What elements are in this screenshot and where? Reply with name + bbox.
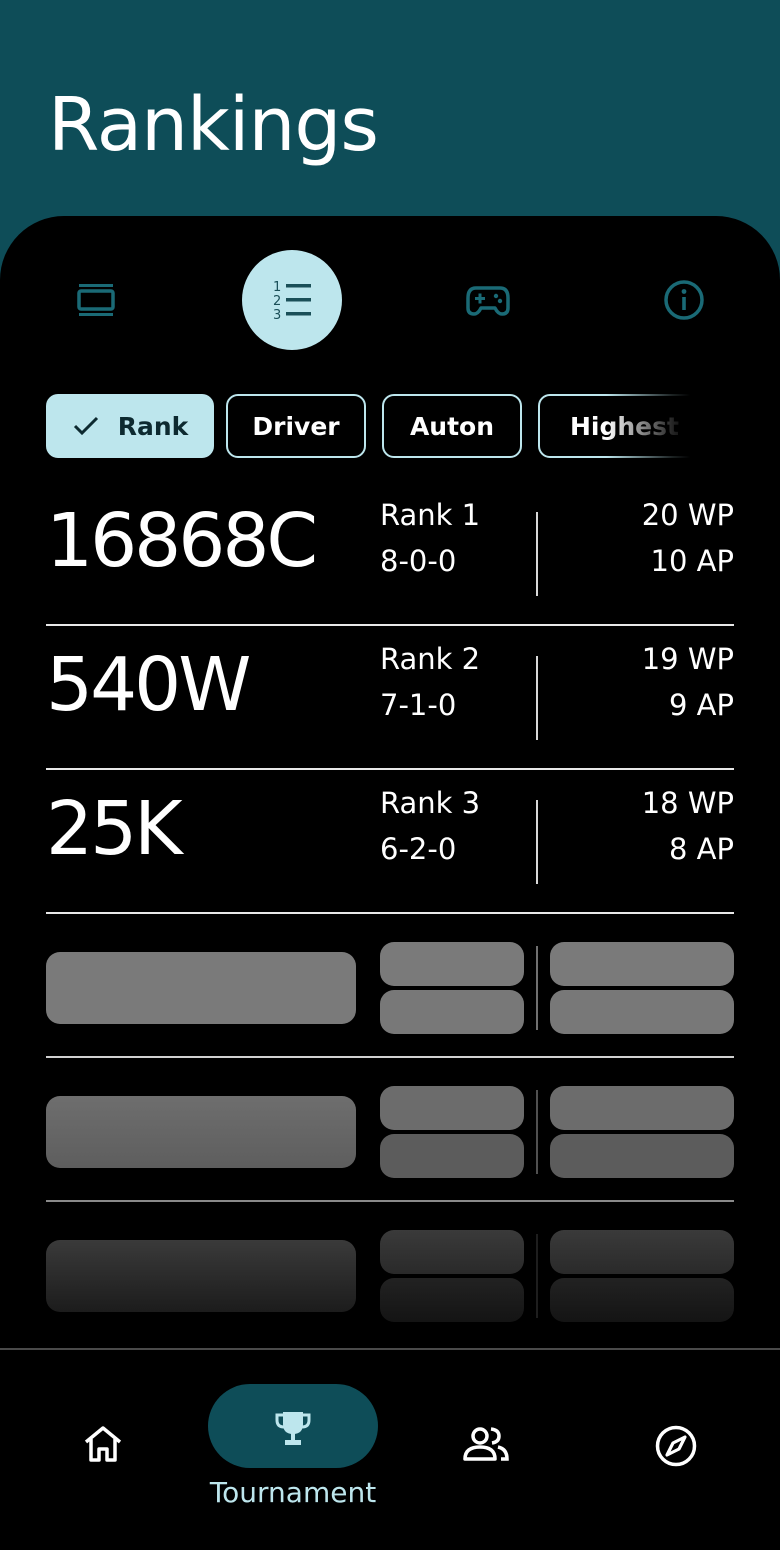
skeleton-block: [380, 1086, 524, 1130]
ranked-list-icon: 1 2 3: [273, 280, 311, 322]
skeleton-divider: [536, 1234, 538, 1318]
skeleton-block: [380, 990, 524, 1034]
chip-rank[interactable]: Rank: [46, 394, 214, 458]
info-icon: [664, 280, 704, 320]
nav-tournament-label[interactable]: Tournament: [188, 1476, 398, 1509]
team-number: 25K: [46, 786, 183, 872]
event-list-icon: [77, 284, 115, 316]
skeleton-row: [46, 1058, 734, 1202]
record-label: 8-0-0: [380, 544, 457, 578]
skeleton-block: [380, 942, 524, 986]
tab-info[interactable]: [634, 250, 734, 350]
record-label: 7-1-0: [380, 688, 457, 722]
chips-fade-overlay: [606, 394, 726, 458]
view-tabs: 1 2 3: [0, 250, 780, 350]
trophy-icon: [275, 1412, 311, 1445]
skeleton-row: [46, 914, 734, 1058]
skeleton-block: [550, 1134, 734, 1178]
skeleton-block: [550, 1278, 734, 1322]
chip-auton[interactable]: Auton: [382, 394, 522, 458]
check-icon: [73, 416, 98, 436]
skeleton-block: [550, 942, 734, 986]
chip-driver[interactable]: Driver: [226, 394, 366, 458]
skeleton-row: [46, 1202, 734, 1346]
wp-label: 18 WP: [641, 786, 734, 820]
svg-text:1: 1: [273, 280, 281, 295]
row-divider: [536, 800, 538, 884]
row-divider: [536, 656, 538, 740]
bottom-navigation: Tournament: [0, 1348, 780, 1550]
skeleton-block: [550, 990, 734, 1034]
wp-label: 20 WP: [641, 498, 734, 532]
skeleton-block: [380, 1230, 524, 1274]
team-number: 540W: [46, 642, 251, 728]
rank-label: Rank 1: [380, 498, 481, 532]
skeleton-block: [46, 1240, 356, 1312]
people-icon[interactable]: [462, 1426, 510, 1462]
skeleton-block: [380, 1134, 524, 1178]
ap-label: 10 AP: [650, 544, 734, 578]
ap-label: 9 AP: [669, 688, 734, 722]
rank-label: Rank 3: [380, 786, 481, 820]
tab-rankings[interactable]: 1 2 3: [242, 250, 342, 350]
page-title: Rankings: [48, 82, 379, 168]
compass-icon[interactable]: [654, 1424, 698, 1468]
ranking-row[interactable]: 540W Rank 2 7-1-0 19 WP 9 AP: [46, 626, 734, 770]
sort-chips: Rank Driver Auton Highest: [46, 394, 780, 458]
team-number: 16868C: [46, 498, 318, 584]
home-icon[interactable]: [82, 1424, 124, 1464]
rank-label: Rank 2: [380, 642, 481, 676]
ranking-row[interactable]: 16868C Rank 1 8-0-0 20 WP 10 AP: [46, 482, 734, 626]
skeleton-divider: [536, 946, 538, 1030]
record-label: 6-2-0: [380, 832, 457, 866]
skeleton-block: [46, 1096, 356, 1168]
ap-label: 8 AP: [669, 832, 734, 866]
skeleton-divider: [536, 1090, 538, 1174]
skeleton-block: [380, 1278, 524, 1322]
gamepad-icon: [466, 286, 510, 316]
chip-rank-label: Rank: [117, 411, 189, 441]
svg-text:3: 3: [273, 308, 281, 322]
chip-driver-label: Driver: [252, 411, 340, 441]
ranking-row[interactable]: 25K Rank 3 6-2-0 18 WP 8 AP: [46, 770, 734, 914]
chip-auton-label: Auton: [409, 411, 495, 441]
skeleton-block: [550, 1230, 734, 1274]
wp-label: 19 WP: [641, 642, 734, 676]
row-divider: [536, 512, 538, 596]
skeleton-block: [550, 1086, 734, 1130]
svg-text:2: 2: [273, 294, 281, 309]
tab-matches[interactable]: [438, 250, 538, 350]
skeleton-block: [46, 952, 356, 1024]
tab-events[interactable]: [46, 250, 146, 350]
